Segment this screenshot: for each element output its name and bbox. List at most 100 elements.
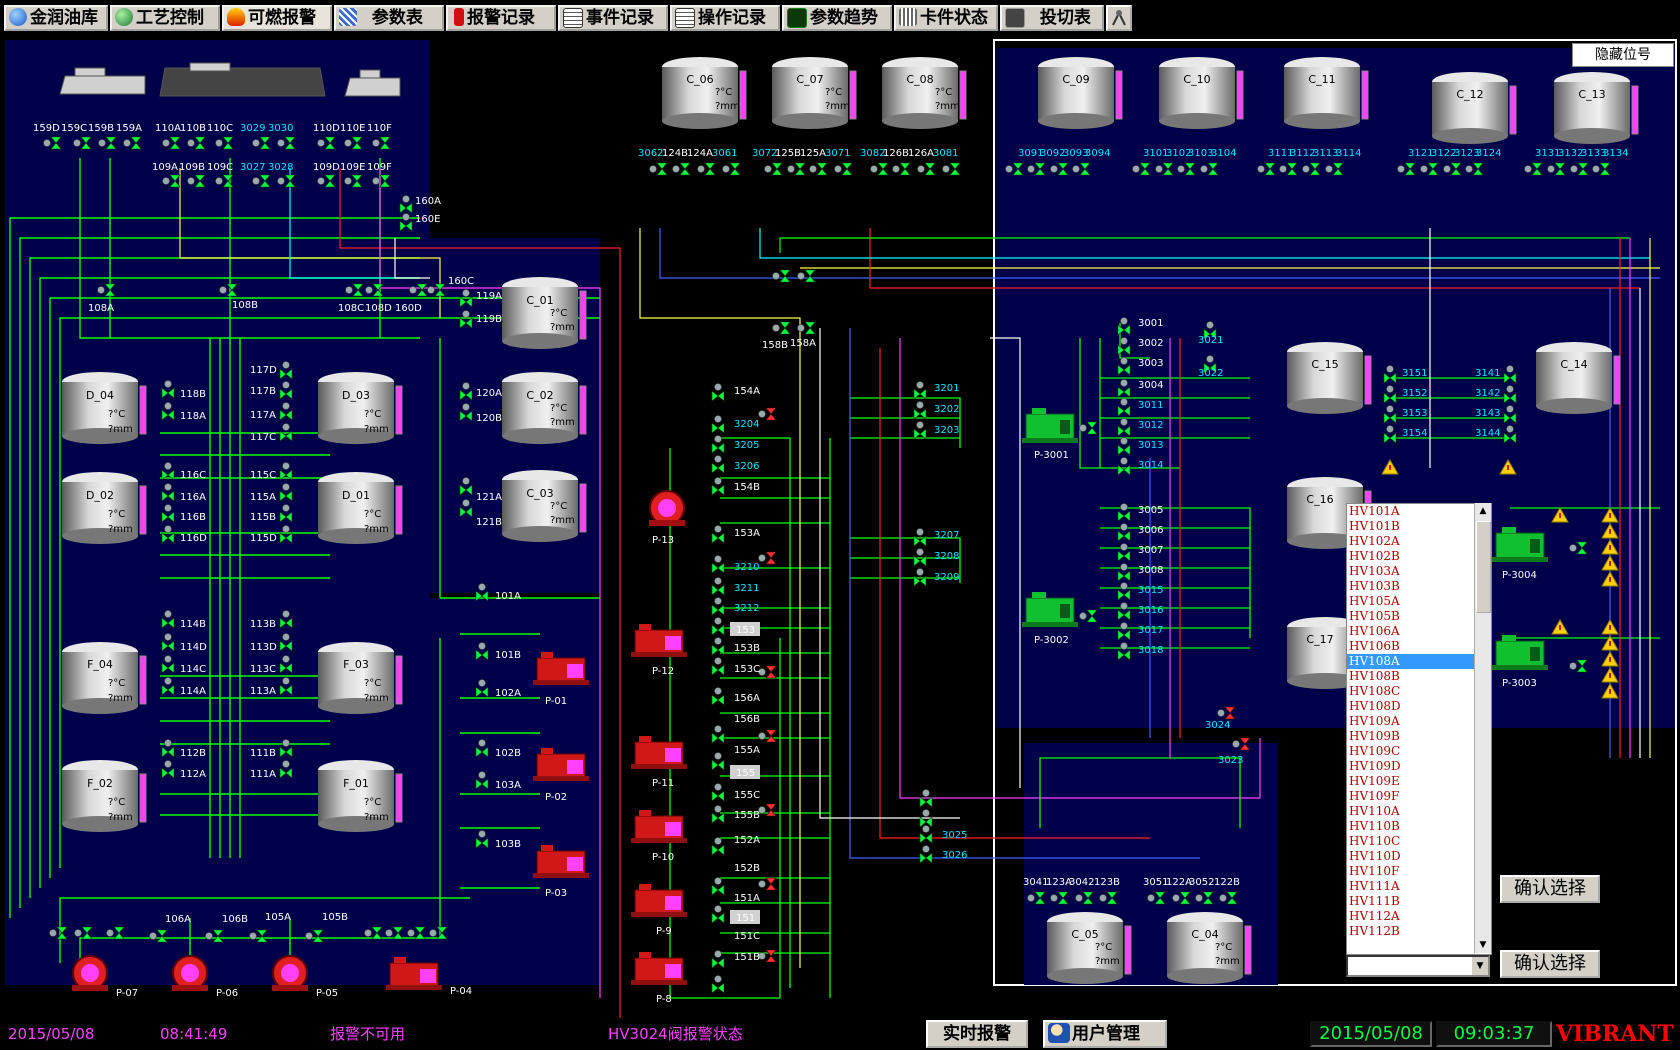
tank-c08[interactable]: C_08?°C ?mm (881, 56, 967, 130)
tab-operation-log[interactable]: 操作记录 (670, 5, 780, 31)
tab-alarm-log[interactable]: 报警记录 (446, 5, 556, 31)
svg-text:D_04: D_04 (86, 389, 114, 402)
svg-text:116C: 116C (180, 470, 206, 481)
svg-text:?°C: ?°C (1215, 942, 1232, 953)
tab-jinrun-depot[interactable]: 金润油库 (4, 5, 108, 31)
svg-text:3205: 3205 (734, 440, 759, 451)
tank-d02[interactable]: D_02 ?°C ?mm (61, 471, 147, 545)
tank-f01[interactable]: F_01 ?°C ?mm (317, 759, 403, 833)
tag-list-item[interactable]: HV108A (1347, 654, 1491, 669)
tab-combustible-alarm[interactable]: 可燃报警 (222, 5, 332, 31)
tag-list-item[interactable]: HV110C (1347, 834, 1491, 849)
tag-list-item[interactable]: HV112A (1347, 909, 1491, 924)
tank-c09[interactable]: C_09 (1037, 56, 1123, 130)
tank-c05[interactable]: C_05?°C ?mm (1046, 911, 1132, 985)
tab-parameter-trend[interactable]: 参数趋势 (782, 5, 892, 31)
tank-c11[interactable]: C_11 (1283, 56, 1369, 130)
tag-list-item[interactable]: HV105A (1347, 594, 1491, 609)
tab-switch-table[interactable]: 投切表 (1000, 5, 1104, 31)
valves-top-mid[interactable] (649, 162, 961, 176)
confirm-select-button-2[interactable]: 确认选择 (1500, 950, 1600, 978)
scroll-thumb[interactable] (1476, 521, 1491, 613)
user-management-button[interactable]: 用户管理 (1043, 1020, 1167, 1048)
tag-list-item[interactable]: HV111B (1347, 894, 1491, 909)
pump-p12[interactable]: P-12 (630, 623, 688, 677)
realtime-alarm-button[interactable]: 实时报警 (926, 1020, 1028, 1048)
tag-list-item[interactable]: HV110F (1347, 864, 1491, 879)
tag-list-item[interactable]: HV108B (1347, 669, 1491, 684)
tag-list-item[interactable]: HV101A (1347, 504, 1491, 519)
scroll-down-arrow[interactable]: ▼ (1475, 937, 1491, 953)
tank-c10[interactable]: C_10 (1158, 56, 1244, 130)
tag-list-item[interactable]: HV109C (1347, 744, 1491, 759)
svg-text:3071: 3071 (825, 148, 850, 159)
tank-c03[interactable]: C_03?°C ?mm (501, 469, 587, 543)
pump-p8[interactable]: P-8 (630, 951, 688, 1005)
tag-list-item[interactable]: HV111A (1347, 879, 1491, 894)
svg-text:3210: 3210 (734, 562, 759, 573)
scroll-up-arrow[interactable]: ▲ (1475, 503, 1491, 519)
antenna-icon[interactable] (1106, 5, 1132, 31)
tag-list-item[interactable]: HV109F (1347, 789, 1491, 804)
tab-event-log[interactable]: 事件记录 (558, 5, 668, 31)
svg-text:3202: 3202 (934, 404, 959, 415)
svg-text:153A: 153A (734, 528, 760, 539)
tag-list-item[interactable]: HV110D (1347, 849, 1491, 864)
tag-list-item[interactable]: HV101B (1347, 519, 1491, 534)
tag-list-scrollbar[interactable]: ▲ ▼ (1474, 503, 1491, 953)
tag-list-item[interactable]: HV103A (1347, 564, 1491, 579)
tag-list-item[interactable]: HV109B (1347, 729, 1491, 744)
tank-c06[interactable]: C_06?°C ?mm (661, 56, 747, 130)
svg-text:101B: 101B (495, 650, 521, 661)
svg-text:P-12: P-12 (652, 666, 674, 677)
tank-d03[interactable]: D_03 ?°C ?mm (317, 371, 403, 445)
pump-p10[interactable]: P-10 (630, 809, 688, 863)
tag-list-item[interactable]: HV110B (1347, 819, 1491, 834)
svg-text:117D: 117D (250, 365, 277, 376)
pump-p11[interactable]: P-11 (630, 735, 688, 789)
svg-text:?mm: ?mm (108, 424, 133, 435)
tag-list-item[interactable]: HV106A (1347, 624, 1491, 639)
pump-p13[interactable]: P-13 (648, 490, 686, 546)
tag-list-item[interactable]: HV102B (1347, 549, 1491, 564)
svg-text:3104: 3104 (1211, 148, 1236, 159)
tank-c14[interactable]: C_14 (1535, 341, 1621, 415)
confirm-select-button-1[interactable]: 确认选择 (1500, 875, 1600, 903)
tag-list-item[interactable]: HV112B (1347, 924, 1491, 939)
tank-c07[interactable]: C_07?°C ?mm (771, 56, 857, 130)
tank-c15[interactable]: C_15 (1286, 341, 1372, 415)
tab-process-control[interactable]: 工艺控制 (110, 5, 220, 31)
tag-list-item[interactable]: HV106B (1347, 639, 1491, 654)
tank-c04[interactable]: C_04?°C ?mm (1166, 911, 1252, 985)
tag-list-item[interactable]: HV105B (1347, 609, 1491, 624)
valve-tag-list[interactable]: HV101A HV101B HV102A HV102B HV103A HV103B HV10… (1346, 503, 1492, 955)
svg-text:106B: 106B (222, 914, 248, 925)
tank-c01[interactable]: C_01?°C ?mm (501, 276, 587, 350)
svg-text:P-10: P-10 (652, 852, 674, 863)
tank-c12[interactable]: C_12 (1431, 71, 1517, 145)
pump-p9[interactable]: P-9 (630, 883, 688, 937)
tab-parameter-table[interactable]: 参数表 (334, 5, 444, 31)
tank-f04[interactable]: F_04 ?°C ?mm (61, 641, 147, 715)
tag-list-item[interactable]: HV109E (1347, 774, 1491, 789)
tag-list-item[interactable]: HV109A (1347, 714, 1491, 729)
tag-list-item[interactable]: HV102A (1347, 534, 1491, 549)
tank-c13[interactable]: C_13 (1553, 71, 1639, 145)
tank-f02[interactable]: F_02 ?°C ?mm (61, 759, 147, 833)
chevron-down-icon[interactable]: ▼ (1472, 957, 1488, 975)
svg-text:118A: 118A (180, 411, 206, 422)
tag-list-item[interactable]: HV110A (1347, 804, 1491, 819)
tank-d04[interactable]: D_04 ?°C ?mm (61, 371, 147, 445)
tag-list-item[interactable]: HV108D (1347, 699, 1491, 714)
tag-list-item[interactable]: HV109D (1347, 759, 1491, 774)
svg-text:126A: 126A (908, 148, 934, 159)
tank-f03[interactable]: F_03 ?°C ?mm (317, 641, 403, 715)
tank-c02[interactable]: C_02?°C ?mm (501, 371, 587, 445)
tab-card-status[interactable]: 卡件状态 (894, 5, 998, 31)
tag-list-item[interactable]: HV108C (1347, 684, 1491, 699)
tank-d01[interactable]: D_01 ?°C ?mm (317, 471, 403, 545)
hide-tags-button[interactable]: 隐藏位号 (1572, 43, 1674, 67)
tag-list-item[interactable]: HV103B (1347, 579, 1491, 594)
svg-text:3212: 3212 (734, 603, 759, 614)
tag-combo-box[interactable]: ▼ (1346, 955, 1490, 977)
